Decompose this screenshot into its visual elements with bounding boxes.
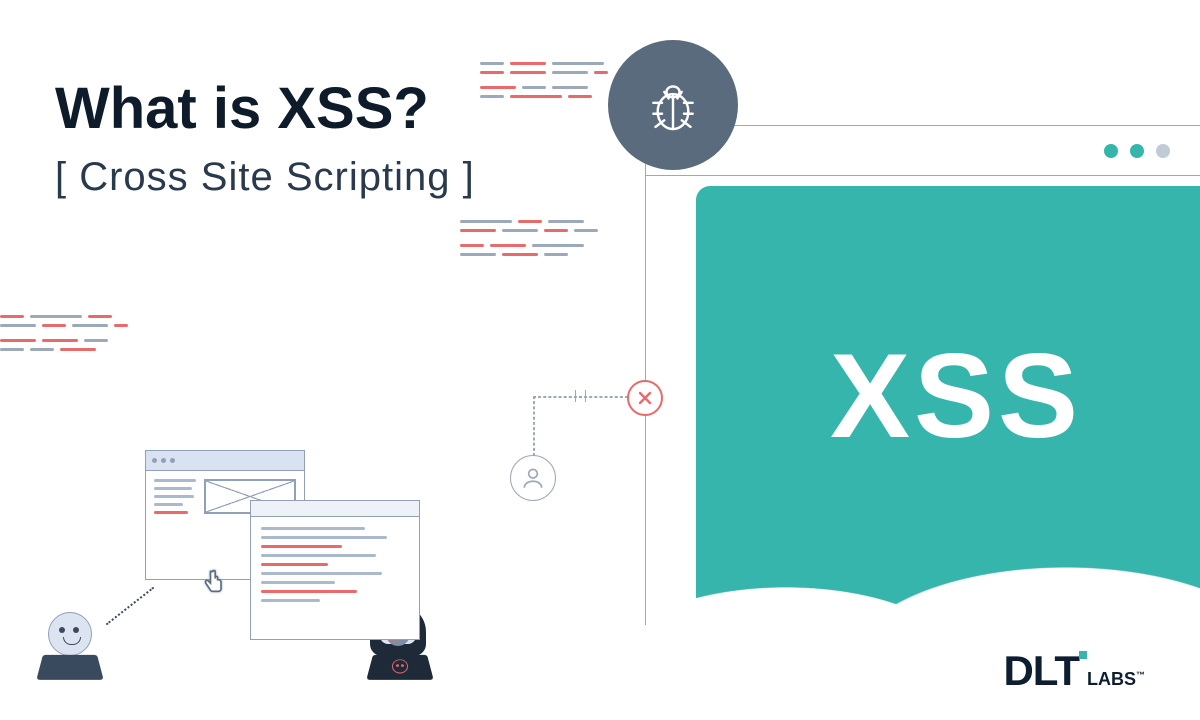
small-code-window (250, 500, 420, 640)
window-dot-3 (1156, 144, 1170, 158)
victim-user-figure (40, 612, 100, 680)
window-dot-2 (1130, 144, 1144, 158)
connector-line-1 (533, 396, 628, 398)
xss-label: XSS (830, 327, 1082, 465)
connector-line-2 (533, 396, 535, 456)
hand-pointer-icon (200, 568, 228, 596)
page-title: What is XSS? (55, 75, 429, 142)
connector-cap (575, 390, 576, 402)
xss-blob: XSS (696, 186, 1200, 666)
attack-path-1 (106, 587, 155, 626)
logo-main-text: DLT (1003, 647, 1079, 695)
window-dot-1 (1104, 144, 1118, 158)
decorative-dashes-center (460, 220, 598, 262)
page-subtitle: [ Cross Site Scripting ] (55, 155, 475, 200)
browser-window-large: XSS (645, 125, 1200, 625)
decorative-dashes-left (0, 315, 128, 357)
connector-cap2 (585, 390, 586, 402)
skull-icon (391, 659, 408, 673)
brand-logo: DLT LABS™ (1003, 647, 1145, 695)
decorative-dashes-top (480, 62, 608, 104)
close-icon (627, 380, 663, 416)
attack-illustration (40, 420, 520, 680)
bug-icon (608, 40, 738, 170)
logo-sub-text: LABS™ (1087, 669, 1145, 690)
